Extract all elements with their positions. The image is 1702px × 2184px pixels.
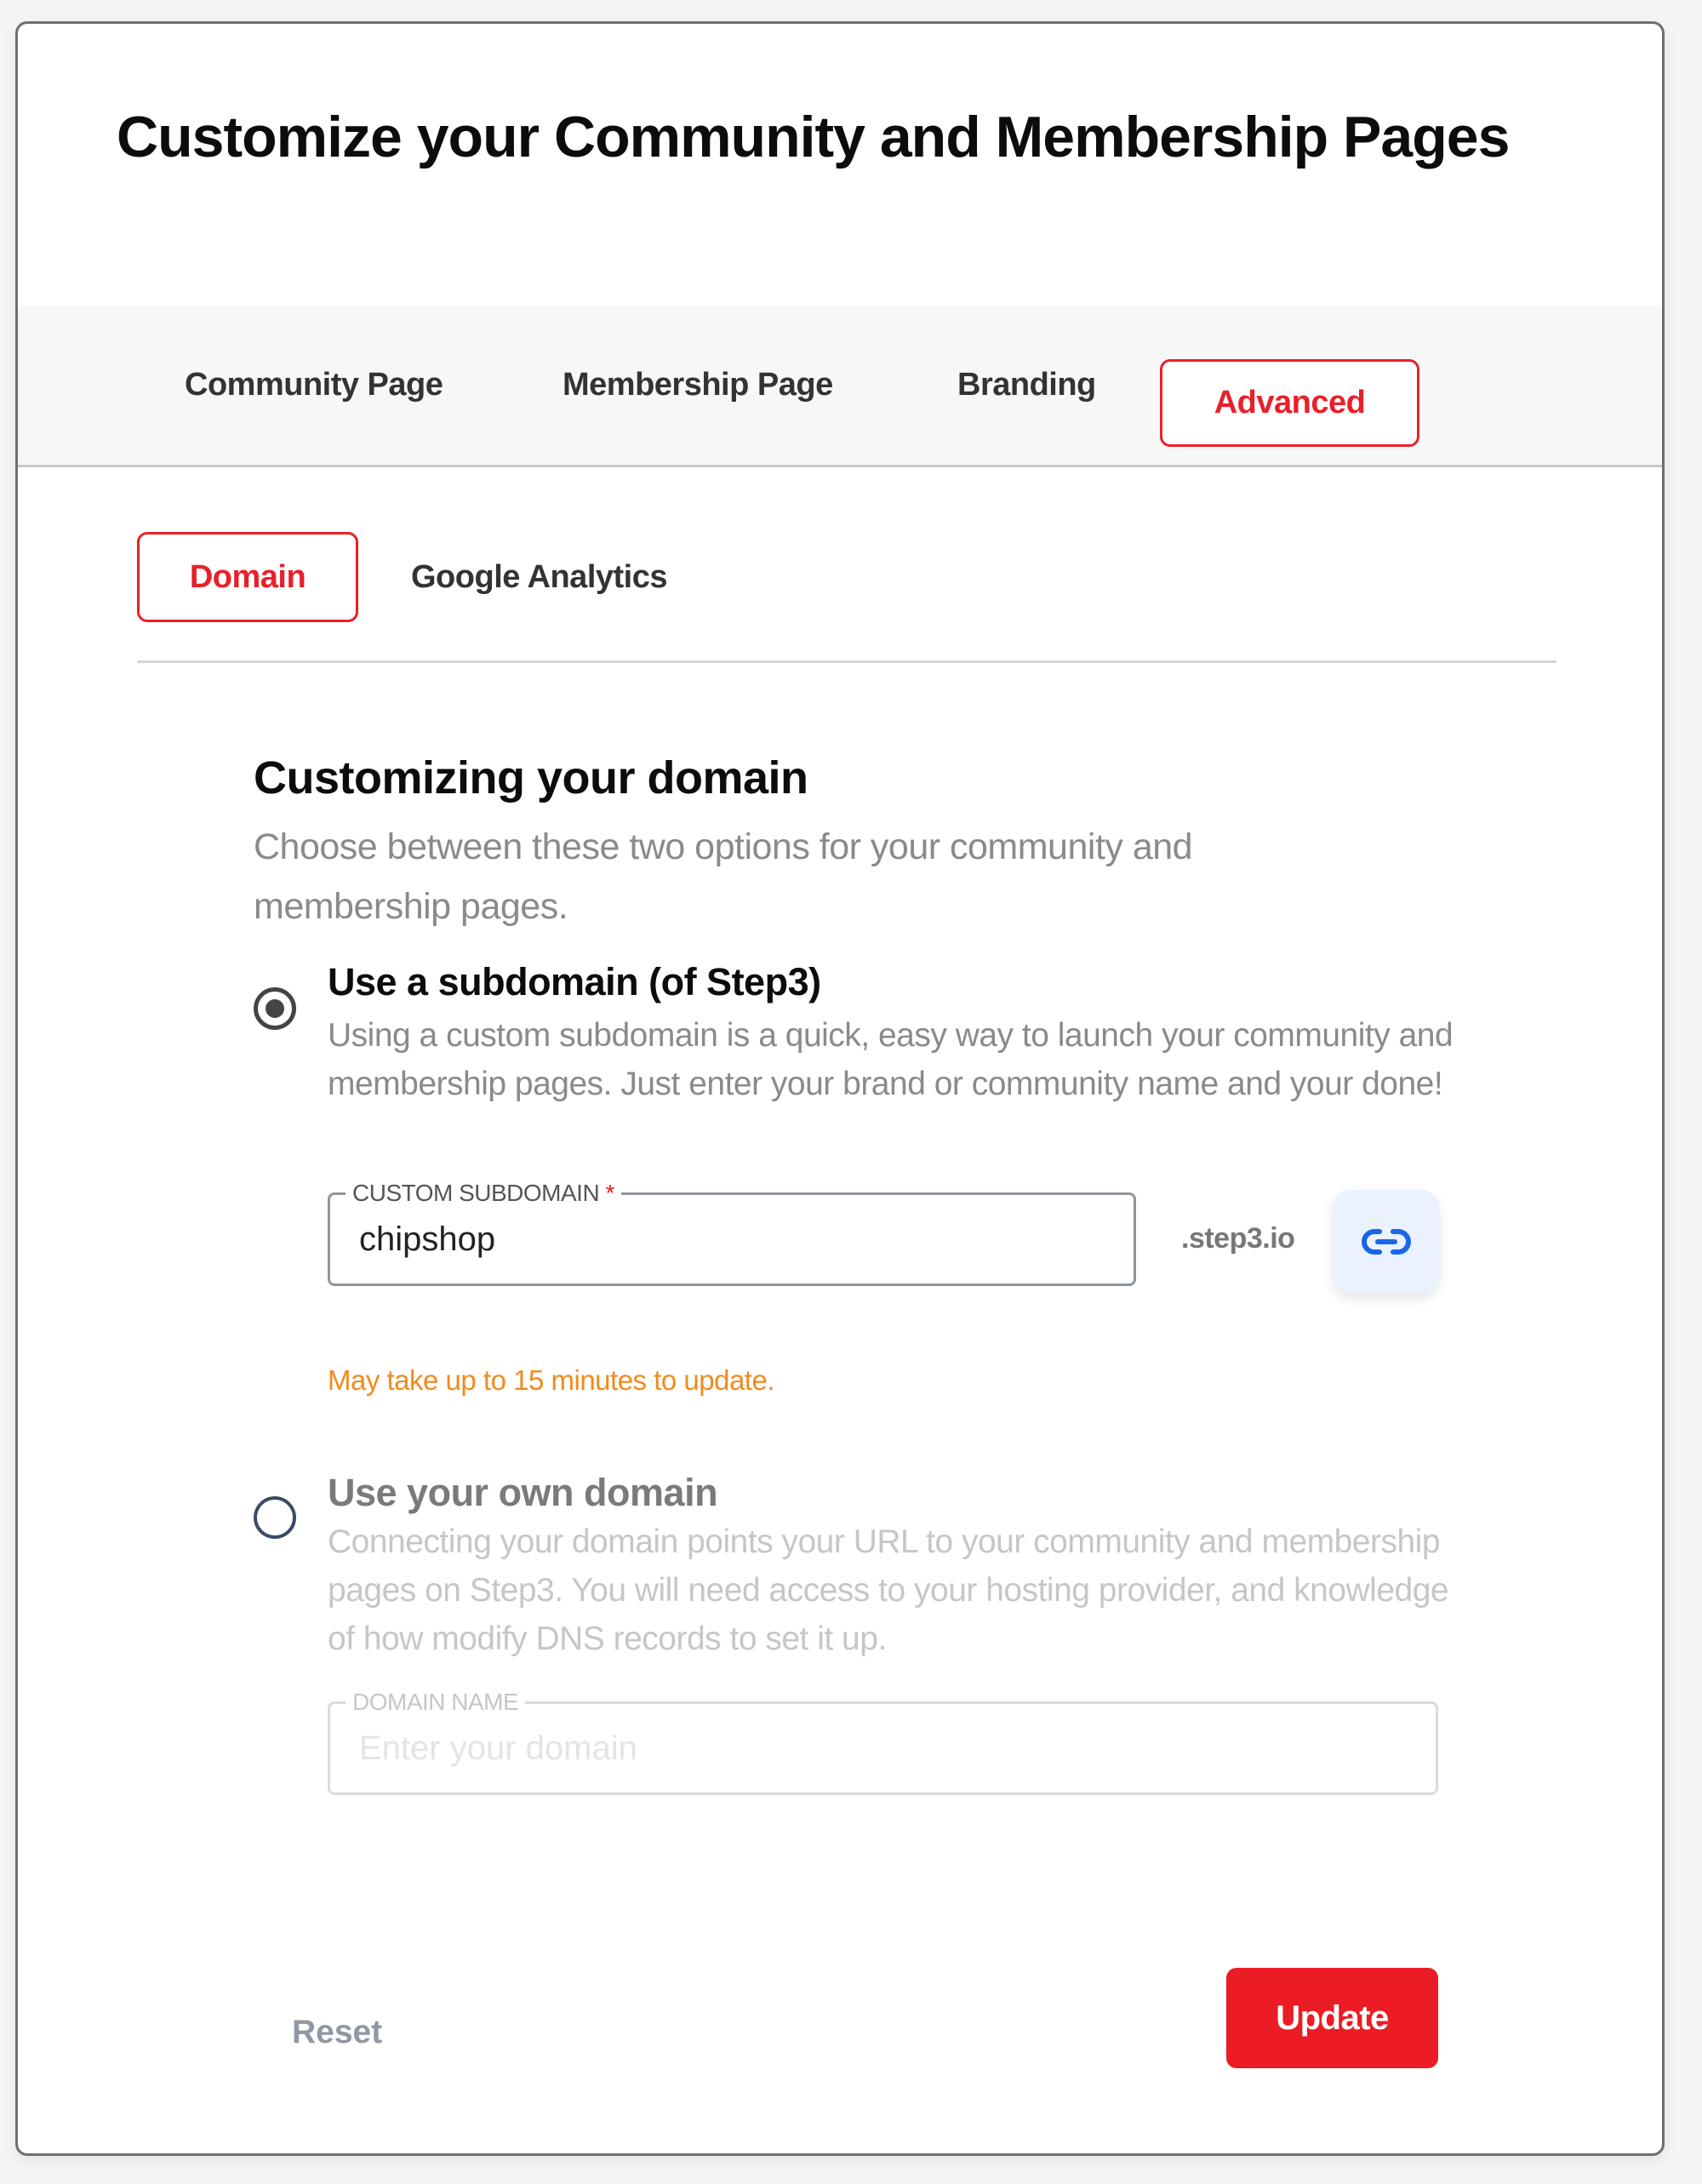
update-button[interactable]: Update	[1226, 1968, 1438, 2068]
section-description: Choose between these two options for you…	[254, 826, 1193, 927]
subtab-domain[interactable]: Domain	[137, 532, 358, 622]
domain-name-input[interactable]	[359, 1723, 1299, 1774]
tab-community-page[interactable]: Community Page	[185, 306, 443, 465]
copy-link-button[interactable]	[1333, 1190, 1439, 1294]
subtab-google-analytics[interactable]: Google Analytics	[411, 532, 668, 622]
custom-subdomain-label: CUSTOM SUBDOMAIN *	[346, 1180, 621, 1207]
subdomain-radio[interactable]	[254, 987, 296, 1030]
subdomain-option-description: Using a custom subdomain is a quick, eas…	[328, 1017, 1454, 1102]
tab-membership-page[interactable]: Membership Page	[563, 306, 833, 465]
own-domain-option-title: Use your own domain	[328, 1471, 718, 1514]
customize-pages-card: Customize your Community and Membership …	[15, 21, 1665, 2156]
subdomain-suffix: .step3.io	[1181, 1222, 1295, 1255]
own-domain-option-description: Connecting your domain points your URL t…	[328, 1524, 1449, 1657]
tab-branding[interactable]: Branding	[957, 306, 1096, 465]
link-icon	[1361, 1229, 1411, 1255]
custom-subdomain-input[interactable]	[359, 1214, 1042, 1265]
custom-subdomain-field: CUSTOM SUBDOMAIN *	[328, 1180, 1136, 1286]
update-delay-notice: May take up to 15 minutes to update.	[328, 1364, 775, 1396]
main-tab-bar: Community Page Membership Page Branding …	[18, 306, 1662, 467]
domain-name-label: DOMAIN NAME	[346, 1689, 526, 1716]
subdomain-option-title: Use a subdomain (of Step3)	[328, 960, 821, 1003]
tab-advanced[interactable]: Advanced	[1160, 359, 1419, 447]
page-title: Customize your Community and Membership …	[117, 105, 1510, 169]
section-title: Customizing your domain	[254, 752, 808, 803]
subtab-divider	[137, 660, 1556, 663]
reset-button[interactable]: Reset	[292, 2014, 382, 2051]
own-domain-radio[interactable]	[254, 1496, 296, 1539]
domain-name-field: DOMAIN NAME	[328, 1689, 1438, 1795]
